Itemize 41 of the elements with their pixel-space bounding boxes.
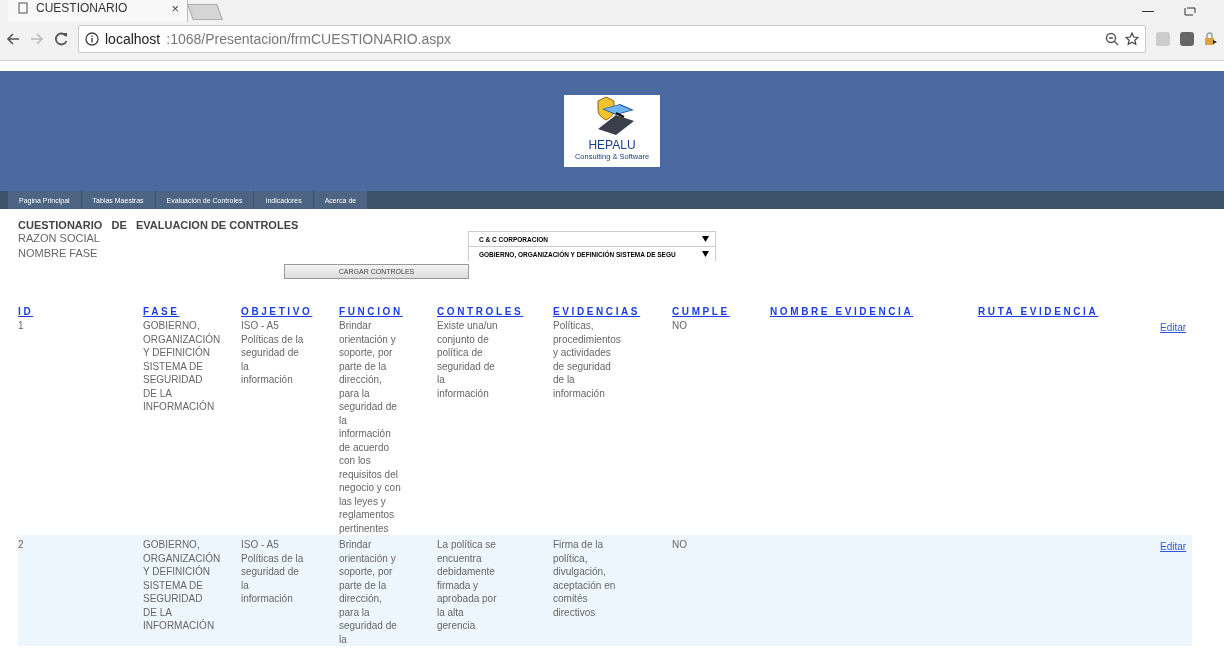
edit-link[interactable]: Editar (1160, 541, 1187, 552)
table-cell-text: Brindar orientación y soporte, por parte de la dirección, para la seguridad de la (339, 538, 398, 646)
table-cell-text: Brindar orientación y soporte, por parte de la dirección, para la seguridad de la información de acuerdo con los requisitos del negocio y con las leyes y reglamentos pertinentes (339, 319, 402, 535)
column-header-link[interactable]: CUMPLE (672, 306, 730, 317)
table-cell-text: NO (672, 538, 688, 552)
table-cell-text: NO (672, 319, 688, 333)
table-cell-text: Firma de la política, divulgación, aceptación en comités directivos (553, 538, 617, 619)
table-cell-text: 2 (18, 538, 25, 552)
lock-icon[interactable] (1204, 32, 1218, 46)
column-header-link[interactable]: RUTA EVIDENCIA (978, 306, 1099, 317)
edit-link[interactable]: Editar (1160, 322, 1187, 333)
caret-icon (702, 236, 709, 242)
info-icon (85, 32, 99, 46)
column-header-link[interactable]: ID (18, 306, 34, 317)
column-header-link[interactable]: FASE (143, 306, 180, 317)
table-cell-text: Políticas, procedimientos y actividades de seguridad de la información (553, 319, 622, 400)
table-cell-text: 1 (18, 319, 25, 333)
table-cell-text: GOBIERNO, ORGANIZACIÓN Y DEFINICIÓN SISTEMA DE SEGURIDAD DE LA INFORMACIÓN (143, 319, 222, 414)
page-icon (18, 2, 28, 14)
caret-icon (702, 251, 709, 257)
browser-tab[interactable]: CUESTIONARIO × (8, 0, 188, 22)
tab-close-button[interactable]: × (171, 0, 179, 16)
back-icon[interactable] (6, 32, 20, 46)
reload-icon[interactable] (54, 32, 68, 46)
column-header-link[interactable]: OBJETIVO (241, 306, 313, 317)
table-cell-text: ISO - A5 Políticas de la seguridad de la información (241, 538, 305, 606)
zoom-out-icon[interactable] (1105, 32, 1119, 46)
page-title: CUESTIONARIO DE EVALUACION DE CONTROLES (18, 219, 300, 231)
field-label: NOMBRE FASE (18, 246, 99, 261)
restore-icon[interactable] (1184, 6, 1196, 16)
column-header-link[interactable]: CONTROLES (437, 306, 524, 317)
column-header-link[interactable]: FUNCION (339, 306, 403, 317)
column-header-link[interactable]: EVIDENCIAS (553, 306, 641, 317)
table-cell-text: La política se encuentra debidamente firmada y aprobada por la alta gerencia (437, 538, 498, 633)
column-header-link[interactable]: NOMBRE EVIDENCIA (770, 306, 914, 317)
address-bar[interactable]: localhost :1068/Presentacion/frmCUESTIONARIO.aspx (78, 25, 1146, 53)
field-label: RAZON SOCIAL (18, 231, 101, 246)
table-cell-text: ISO - A5 Políticas de la seguridad de la información (241, 319, 305, 387)
table-cell-text: Existe una/un conjunto de política de seguridad de la información (437, 319, 499, 400)
star-icon[interactable] (1125, 32, 1139, 46)
table-cell-text: GOBIERNO, ORGANIZACIÓN Y DEFINICIÓN SISTEMA DE SEGURIDAD DE LA INFORMACIÓN (143, 538, 222, 633)
